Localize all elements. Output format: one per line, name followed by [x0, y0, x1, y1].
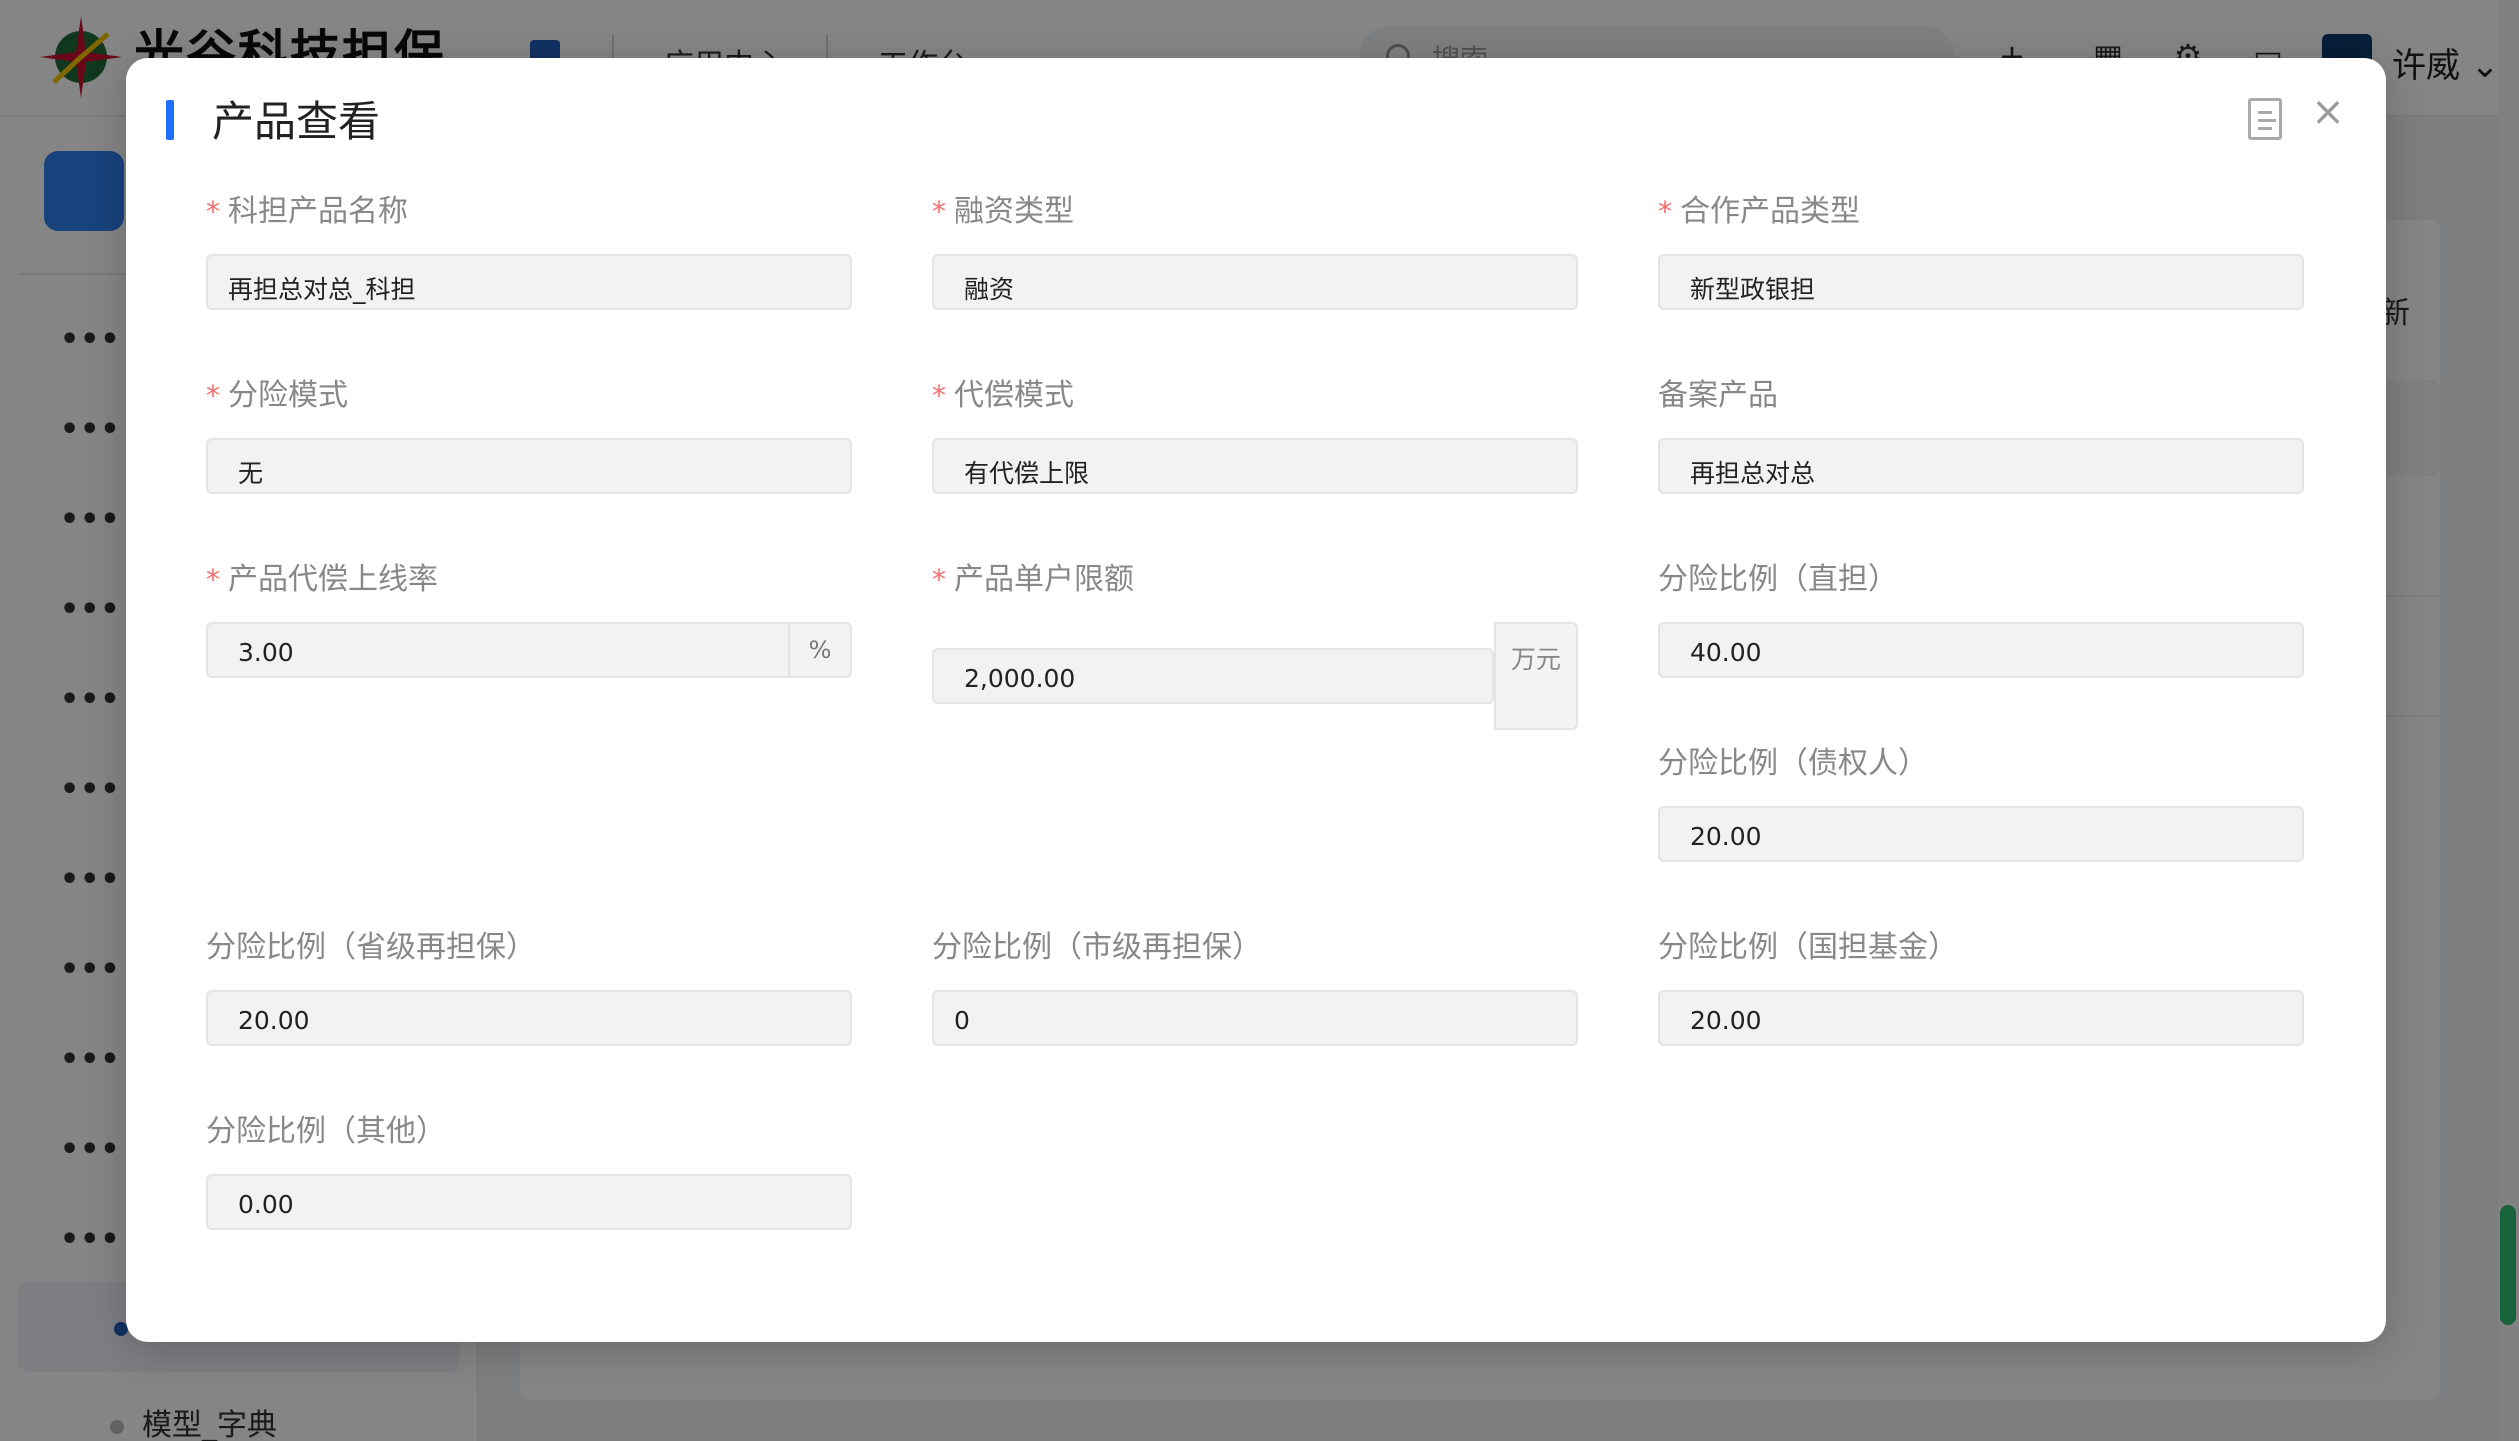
- percent-suffix: %: [788, 624, 850, 676]
- risk-mode-label-text: 分险模式: [228, 378, 348, 413]
- compensation-cap-rate-field[interactable]: 3.00 %: [206, 622, 852, 678]
- single-limit-label-text: 产品单户限额: [954, 562, 1134, 597]
- title-accent-bar: [166, 100, 174, 140]
- single-limit-field[interactable]: 2,000.00: [932, 648, 1494, 704]
- ratio-direct-label: 分险比例（直担）: [1658, 562, 1898, 597]
- ratio-national-field[interactable]: 20.00: [1658, 990, 2304, 1046]
- product-name-label-text: 科担产品名称: [228, 194, 408, 229]
- ratio-national-label: 分险比例（国担基金）: [1658, 930, 1958, 965]
- risk-mode-field[interactable]: 无: [206, 438, 852, 494]
- ratio-provincial-label: 分险比例（省级再担保）: [206, 930, 536, 965]
- compensation-cap-rate-value: 3.00: [238, 638, 294, 667]
- document-icon[interactable]: [2248, 98, 2282, 140]
- dialog-title: 产品查看: [212, 97, 381, 146]
- product-name-label: * 科担产品名称: [206, 186, 408, 230]
- ratio-provincial-field[interactable]: 20.00: [206, 990, 852, 1046]
- product-view-dialog: 产品查看 × * 科担产品名称 再担总对总_科担 * 融资类型 融资 * 合作产品类型…: [126, 58, 2386, 1342]
- ratio-creditor-label: 分险比例（债权人）: [1658, 746, 1928, 781]
- close-icon[interactable]: ×: [2306, 90, 2350, 134]
- compensation-mode-field[interactable]: 有代偿上限: [932, 438, 1578, 494]
- financing-type-field[interactable]: 融资: [932, 254, 1578, 310]
- doc-line: [2258, 127, 2272, 130]
- required-mark: *: [932, 379, 946, 412]
- product-name-field[interactable]: 再担总对总_科担: [206, 254, 852, 310]
- single-limit-label: * 产品单户限额: [932, 554, 1134, 598]
- compensation-cap-rate-label-text: 产品代偿上线率: [228, 562, 438, 597]
- required-mark: *: [206, 563, 220, 596]
- financing-type-label: * 融资类型: [932, 186, 1074, 230]
- ratio-municipal-label: 分险比例（市级再担保）: [932, 930, 1262, 965]
- compensation-mode-label: * 代偿模式: [932, 370, 1074, 414]
- compensation-mode-label-text: 代偿模式: [954, 378, 1074, 413]
- filed-product-label: 备案产品: [1658, 378, 1778, 413]
- coop-product-type-label-text: 合作产品类型: [1680, 194, 1860, 229]
- coop-product-type-label: * 合作产品类型: [1658, 186, 1860, 230]
- required-mark: *: [1658, 195, 1672, 228]
- unit-suffix: 万元: [1494, 622, 1578, 730]
- ratio-other-label: 分险比例（其他）: [206, 1114, 446, 1149]
- ratio-creditor-field[interactable]: 20.00: [1658, 806, 2304, 862]
- compensation-cap-rate-label: * 产品代偿上线率: [206, 554, 438, 598]
- financing-type-label-text: 融资类型: [954, 194, 1074, 229]
- required-mark: *: [206, 379, 220, 412]
- filed-product-field[interactable]: 再担总对总: [1658, 438, 2304, 494]
- doc-line: [2258, 111, 2272, 114]
- doc-line: [2258, 119, 2276, 122]
- coop-product-type-field[interactable]: 新型政银担: [1658, 254, 2304, 310]
- risk-mode-label: * 分险模式: [206, 370, 348, 414]
- ratio-municipal-field[interactable]: 0: [932, 990, 1578, 1046]
- required-mark: *: [932, 563, 946, 596]
- required-mark: *: [206, 195, 220, 228]
- required-mark: *: [932, 195, 946, 228]
- ratio-other-field[interactable]: 0.00: [206, 1174, 852, 1230]
- ratio-direct-field[interactable]: 40.00: [1658, 622, 2304, 678]
